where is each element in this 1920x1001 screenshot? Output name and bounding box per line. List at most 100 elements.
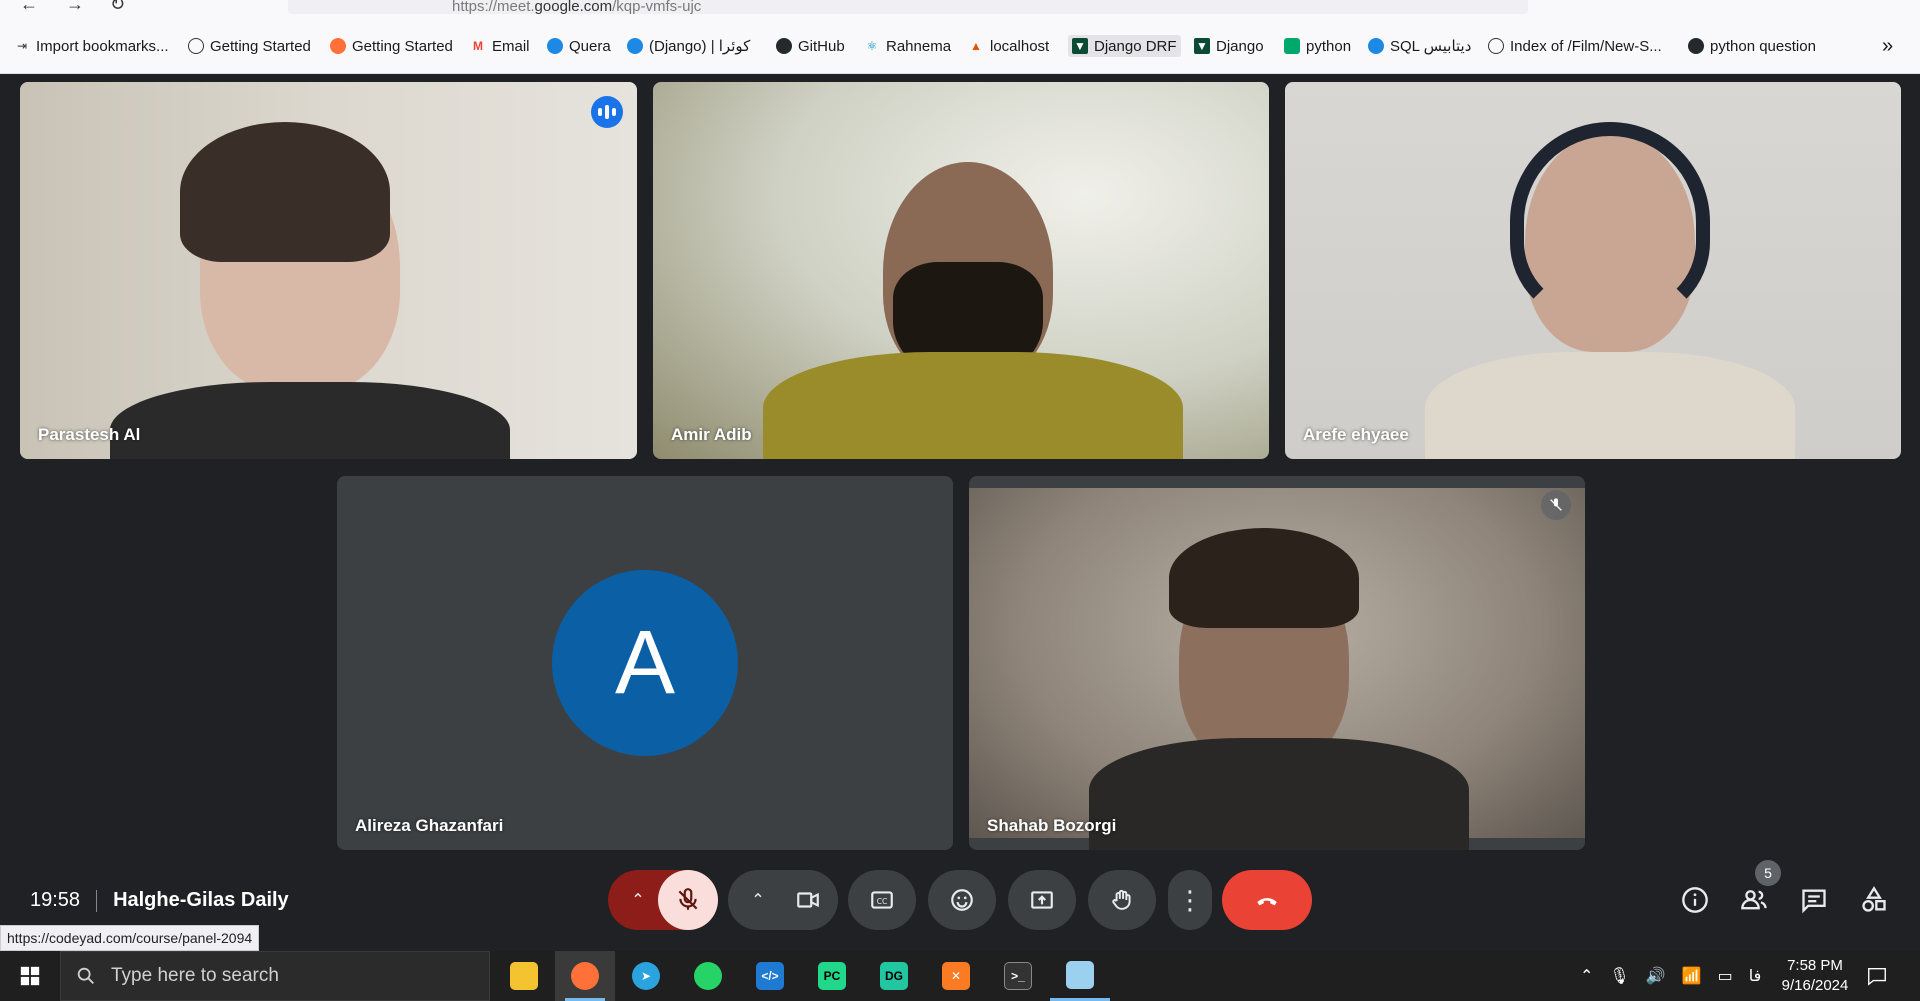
- participant-video: [1285, 82, 1901, 459]
- bookmark-django-drf[interactable]: ▼ Django DRF: [1068, 35, 1181, 57]
- firefox-app[interactable]: [555, 951, 615, 1001]
- volume-icon[interactable]: 🔊: [1646, 966, 1666, 986]
- bookmark-localhost[interactable]: ▲ localhost: [968, 35, 1049, 57]
- folder-icon: [510, 962, 538, 990]
- captions-button[interactable]: CC: [848, 870, 916, 930]
- participant-tile[interactable]: Arefe ehyaee: [1285, 82, 1901, 459]
- bookmark-getting-started-firefox[interactable]: Getting Started: [330, 35, 453, 57]
- raise-hand-button[interactable]: [1088, 870, 1156, 930]
- file-explorer-app[interactable]: [494, 951, 554, 1001]
- bookmark-import[interactable]: ⇥ Import bookmarks...: [14, 35, 169, 57]
- terminal-icon: >_: [1004, 962, 1032, 990]
- meeting-details-button[interactable]: [1679, 884, 1711, 916]
- speaking-indicator-icon: [591, 96, 623, 128]
- avatar: A: [552, 570, 738, 756]
- bookmark-email[interactable]: M Email: [470, 35, 530, 57]
- people-button[interactable]: [1738, 884, 1770, 916]
- smiley-icon: [951, 889, 973, 911]
- bookmark-github[interactable]: GitHub: [776, 35, 845, 57]
- taskbar-clock[interactable]: 7:58 PM 9/16/2024: [1770, 956, 1860, 996]
- start-button[interactable]: [0, 951, 60, 1001]
- xampp-icon: ▲: [970, 39, 982, 53]
- pycharm-app[interactable]: PC: [802, 951, 862, 1001]
- telegram-app[interactable]: ➤: [616, 951, 676, 1001]
- datagrip-app[interactable]: DG: [864, 951, 924, 1001]
- reload-icon[interactable]: ↻: [110, 0, 125, 14]
- bookmark-getting-started[interactable]: Getting Started: [188, 35, 311, 57]
- xampp-app[interactable]: ✕: [926, 951, 986, 1001]
- bookmark-django[interactable]: ▼ Django: [1194, 35, 1264, 57]
- wifi-icon[interactable]: 📶: [1682, 966, 1702, 986]
- windows-icon: [20, 966, 40, 986]
- vscode-app[interactable]: </>: [740, 951, 800, 1001]
- bookmark-python[interactable]: python: [1284, 35, 1351, 57]
- microphone-icon[interactable]: 🎙: [1609, 966, 1629, 986]
- person-hair: [1169, 528, 1359, 628]
- vscode-icon: </>: [756, 962, 784, 990]
- url-bar[interactable]: https://meet.google.com/kqp-vmfs-ujc: [288, 0, 1528, 14]
- meeting-time: 19:58: [30, 889, 81, 911]
- battery-icon[interactable]: ▭: [1718, 966, 1733, 986]
- search-icon: [77, 967, 94, 984]
- back-icon[interactable]: ←: [20, 0, 38, 14]
- clock-date: 9/16/2024: [1781, 977, 1849, 994]
- bookmark-python-question[interactable]: python question: [1688, 35, 1816, 57]
- pycharm-icon: PC: [818, 962, 846, 990]
- bookmarks-overflow-icon[interactable]: »: [1882, 35, 1893, 57]
- firefox-icon: [330, 38, 346, 54]
- chevron-up-icon: ⌃: [631, 892, 645, 909]
- more-options-button[interactable]: ⋮: [1168, 870, 1212, 930]
- notepad-icon: [1066, 960, 1094, 989]
- globe-icon: [1488, 38, 1504, 54]
- emoji-button[interactable]: [928, 870, 996, 930]
- system-tray: ⌃ 🎙 🔊 📶 ▭ فا: [1580, 951, 1761, 1001]
- chat-button[interactable]: [1798, 884, 1830, 916]
- whatsapp-app[interactable]: [678, 951, 738, 1001]
- taskbar-search[interactable]: Type here to search: [60, 951, 490, 1001]
- participant-tile[interactable]: Shahab Bozorgi: [969, 476, 1585, 850]
- camera-icon: [797, 892, 819, 908]
- datagrip-icon: DG: [880, 962, 908, 990]
- camera-toggle-button[interactable]: [778, 870, 838, 930]
- github-icon: [1688, 38, 1704, 54]
- notifications-button[interactable]: [1866, 951, 1888, 1001]
- firefox-icon: [571, 962, 599, 990]
- forward-icon[interactable]: →: [66, 0, 84, 14]
- bookmark-django-quera[interactable]: (Django) | کوئرا: [627, 35, 750, 57]
- chat-icon: [1802, 889, 1826, 914]
- language-indicator[interactable]: فا: [1749, 966, 1762, 986]
- participant-tile[interactable]: Parastesh Al: [20, 82, 637, 459]
- bookmarks-bar: ⇥ Import bookmarks... Getting Started Get…: [0, 14, 1920, 74]
- bookmark-index-film[interactable]: Index of /Film/New-S...: [1488, 35, 1662, 57]
- drf-icon: ▼: [1194, 38, 1210, 54]
- react-icon: ⚛: [866, 39, 878, 53]
- leave-call-button[interactable]: [1222, 870, 1312, 930]
- globe-icon: [188, 38, 204, 54]
- terminal-app[interactable]: >_: [988, 951, 1048, 1001]
- chevron-up-icon[interactable]: ⌃: [1580, 966, 1593, 986]
- participant-video: [20, 82, 637, 459]
- meeting-info: 19:58 Halghe-Gilas Daily: [30, 889, 289, 912]
- captions-icon: CC: [871, 891, 893, 909]
- bookmark-rahnema[interactable]: ⚛ Rahnema: [864, 35, 951, 57]
- person-body: [110, 382, 510, 459]
- mic-off-icon: [678, 888, 698, 910]
- quera-icon: [627, 38, 643, 54]
- activities-button[interactable]: [1858, 884, 1890, 916]
- app-running[interactable]: [1050, 951, 1110, 1001]
- participant-name: Amir Adib: [671, 425, 752, 444]
- participant-tile[interactable]: Amir Adib: [653, 82, 1269, 459]
- python-icon: [1284, 38, 1300, 54]
- drf-icon: ▼: [1072, 38, 1088, 54]
- svg-text:CC: CC: [877, 897, 888, 906]
- mic-toggle-button[interactable]: [658, 870, 718, 930]
- present-button[interactable]: [1008, 870, 1076, 930]
- bookmark-sql[interactable]: SQL دیتابیس: [1368, 35, 1471, 57]
- bookmark-quera[interactable]: Quera: [547, 35, 611, 57]
- search-placeholder: Type here to search: [111, 965, 279, 986]
- hand-icon: [1112, 889, 1131, 910]
- import-icon: ⇥: [16, 39, 28, 53]
- participant-name: Shahab Bozorgi: [987, 816, 1117, 835]
- participant-video: [969, 488, 1585, 850]
- participant-tile[interactable]: A Alireza Ghazanfari: [337, 476, 953, 850]
